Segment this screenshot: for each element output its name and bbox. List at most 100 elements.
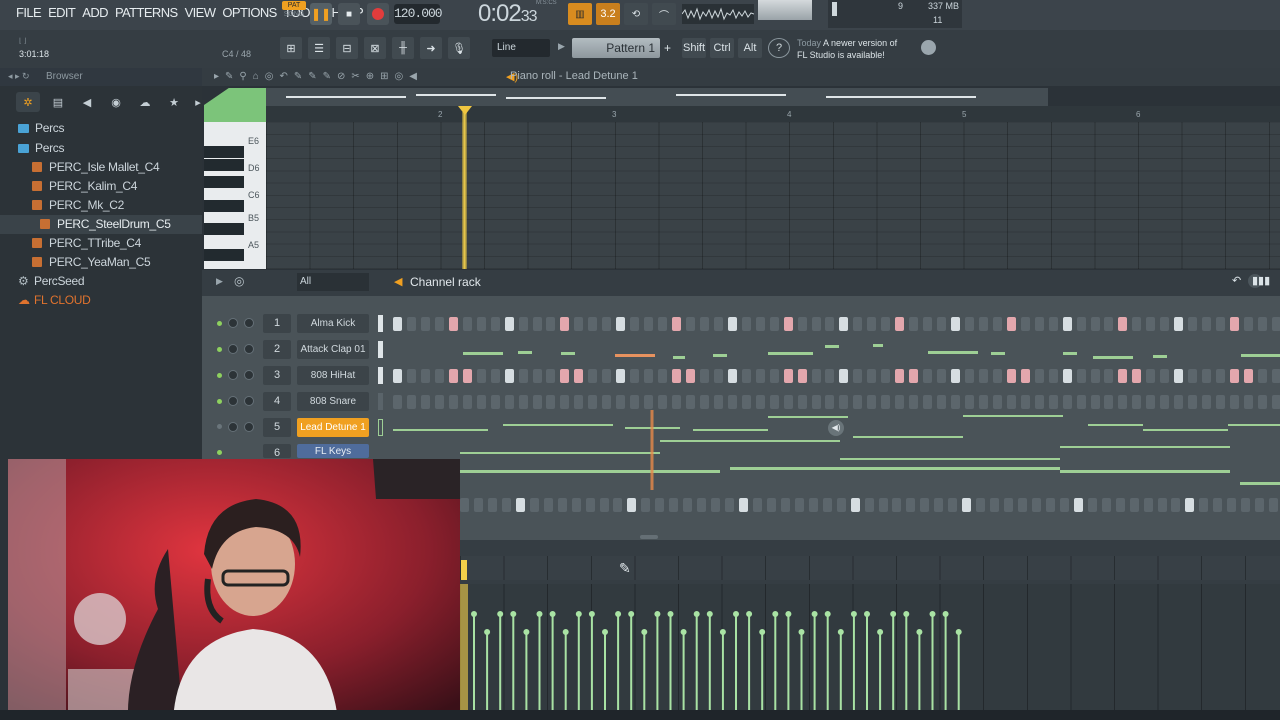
step-button[interactable] [476, 369, 486, 383]
velocity-handle[interactable] [746, 611, 753, 617]
step-button[interactable] [783, 369, 793, 383]
step-button[interactable] [658, 369, 668, 383]
step-button[interactable] [406, 317, 416, 331]
step-button[interactable] [599, 498, 609, 512]
step-button[interactable] [518, 395, 528, 409]
step-button[interactable] [1230, 395, 1239, 409]
browser-file-selected[interactable]: PERC_SteelDrum_C5 [0, 215, 202, 234]
step-button[interactable] [532, 369, 542, 383]
step-button[interactable] [588, 395, 598, 409]
step-button[interactable] [769, 395, 779, 409]
browser-folder[interactable]: Percs [0, 119, 202, 138]
step-button[interactable] [1020, 317, 1030, 331]
step-button[interactable] [909, 369, 919, 383]
step-button[interactable] [964, 317, 974, 331]
metronome-icon[interactable]: ⌒ [652, 3, 676, 25]
velocity-handle[interactable] [942, 611, 949, 617]
step-button[interactable] [937, 317, 947, 331]
step-button[interactable] [1146, 369, 1156, 383]
step-button[interactable] [1048, 369, 1058, 383]
channel-led[interactable] [217, 373, 222, 378]
step-button[interactable] [713, 395, 723, 409]
step-button[interactable] [1076, 317, 1086, 331]
play-pause-button[interactable]: ❚❚ [310, 3, 332, 25]
step-button[interactable] [644, 395, 654, 409]
velocity-handle[interactable] [523, 629, 530, 635]
plugins-tab[interactable]: ◀ [75, 92, 99, 112]
channel-led[interactable] [217, 399, 222, 404]
browser-file[interactable]: PERC_Kalim_C4 [0, 177, 202, 196]
mixer-track-number[interactable]: 5 [263, 418, 291, 437]
velocity-handle[interactable] [641, 629, 648, 635]
step-button[interactable] [839, 317, 849, 331]
step-button[interactable] [1045, 498, 1055, 512]
step-button[interactable] [685, 369, 695, 383]
step-button[interactable] [490, 317, 500, 331]
channel-select-bar[interactable] [378, 341, 383, 358]
step-button[interactable] [1216, 369, 1226, 383]
step-button[interactable] [769, 317, 779, 331]
step-button[interactable] [1020, 369, 1030, 383]
step-button[interactable] [532, 395, 542, 409]
step-button[interactable] [1271, 395, 1280, 409]
browser-cloud-item[interactable]: ☁ FL CLOUD [0, 291, 202, 310]
piano-roll-ruler[interactable]: 2 3 4 5 6 [266, 106, 1280, 122]
step-button[interactable] [672, 369, 681, 383]
ctrl-key-button[interactable]: Ctrl [710, 38, 734, 58]
step-button[interactable] [1271, 369, 1280, 383]
step-button[interactable] [1257, 395, 1267, 409]
step-button[interactable] [864, 498, 874, 512]
step-button[interactable] [574, 317, 584, 331]
step-button[interactable] [630, 317, 640, 331]
step-button[interactable] [658, 317, 668, 331]
step-button[interactable] [1241, 498, 1251, 512]
step-button[interactable] [1174, 317, 1184, 331]
step-button[interactable] [1271, 317, 1280, 331]
step-button[interactable] [811, 369, 821, 383]
step-button[interactable] [895, 369, 905, 383]
step-button[interactable] [434, 369, 444, 383]
step-button[interactable] [741, 395, 751, 409]
step-button[interactable] [1129, 498, 1139, 512]
step-button[interactable] [1090, 369, 1100, 383]
step-button[interactable] [1132, 317, 1142, 331]
browser-file[interactable]: PERC_YeaMan_C5 [0, 253, 202, 272]
step-button[interactable] [978, 369, 988, 383]
online-tab[interactable]: ◉ [104, 92, 128, 112]
step-button[interactable] [878, 498, 888, 512]
pan-knob[interactable] [228, 422, 238, 432]
step-button[interactable] [655, 498, 665, 512]
velocity-handle[interactable] [536, 611, 543, 617]
step-button[interactable] [825, 369, 835, 383]
step-button[interactable] [1118, 369, 1128, 383]
step-button[interactable] [741, 369, 751, 383]
step-button[interactable] [602, 395, 612, 409]
step-button[interactable] [727, 395, 737, 409]
step-button[interactable] [1034, 395, 1044, 409]
velocity-handle[interactable] [628, 611, 635, 617]
velocity-handle[interactable] [955, 629, 962, 635]
step-button[interactable] [1118, 317, 1128, 331]
step-button[interactable] [1087, 498, 1097, 512]
step-button[interactable] [1118, 395, 1128, 409]
velocity-handle[interactable] [864, 611, 870, 617]
channel-led[interactable] [217, 347, 222, 352]
channel-name-button[interactable]: 808 HiHat [297, 366, 369, 385]
step-button[interactable] [1243, 369, 1253, 383]
step-button[interactable] [1227, 498, 1237, 512]
arrow-right-icon[interactable]: ➜ [420, 37, 442, 59]
step-button[interactable] [1185, 498, 1195, 512]
step-button[interactable] [543, 498, 553, 512]
pattern-prev-icon[interactable]: ▶ [558, 41, 565, 52]
step-button[interactable] [644, 317, 654, 331]
piano-roll-preview-row[interactable] [460, 410, 1280, 500]
step-button[interactable] [1230, 317, 1239, 331]
step-button[interactable] [923, 395, 933, 409]
volume-knob[interactable] [244, 370, 254, 380]
channel-select-bar[interactable] [378, 315, 383, 332]
step-button[interactable] [1132, 395, 1142, 409]
step-button[interactable] [602, 369, 612, 383]
step-button[interactable] [1174, 395, 1184, 409]
step-button[interactable] [420, 369, 430, 383]
velocity-handle[interactable] [615, 611, 622, 617]
